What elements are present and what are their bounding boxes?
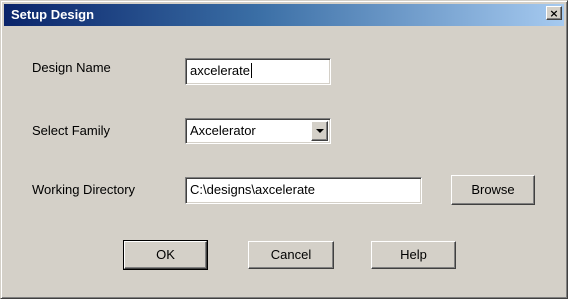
help-button-label: Help xyxy=(400,247,427,262)
browse-button-label: Browse xyxy=(471,182,515,197)
select-family-label: Select Family xyxy=(32,123,111,138)
ok-button[interactable]: OK xyxy=(123,240,208,270)
family-selected-value: Axcelerator xyxy=(190,123,256,138)
family-select[interactable]: Axcelerator xyxy=(185,118,331,144)
text-caret xyxy=(250,63,252,78)
working-directory-input[interactable]: C:\designs\axcelerate xyxy=(185,177,422,204)
title-bar[interactable]: Setup Design × xyxy=(4,4,564,26)
design-name-input[interactable]: axcelerate xyxy=(185,58,331,85)
chevron-down-icon[interactable] xyxy=(311,121,328,141)
working-directory-value: C:\designs\axcelerate xyxy=(190,182,316,197)
working-directory-label: Working Directory xyxy=(32,182,136,197)
browse-button[interactable]: Browse xyxy=(451,175,535,205)
ok-button-label: OK xyxy=(156,247,175,262)
close-icon: × xyxy=(549,7,559,20)
cancel-button[interactable]: Cancel xyxy=(248,241,334,269)
setup-design-dialog: Setup Design × Design Name axcelerate Se… xyxy=(0,0,568,299)
design-name-value: axcelerate xyxy=(190,63,250,78)
cancel-button-label: Cancel xyxy=(270,247,312,262)
help-button[interactable]: Help xyxy=(371,241,456,269)
window-title: Setup Design xyxy=(11,7,95,22)
design-name-label: Design Name xyxy=(32,60,111,75)
close-button[interactable]: × xyxy=(546,6,562,20)
